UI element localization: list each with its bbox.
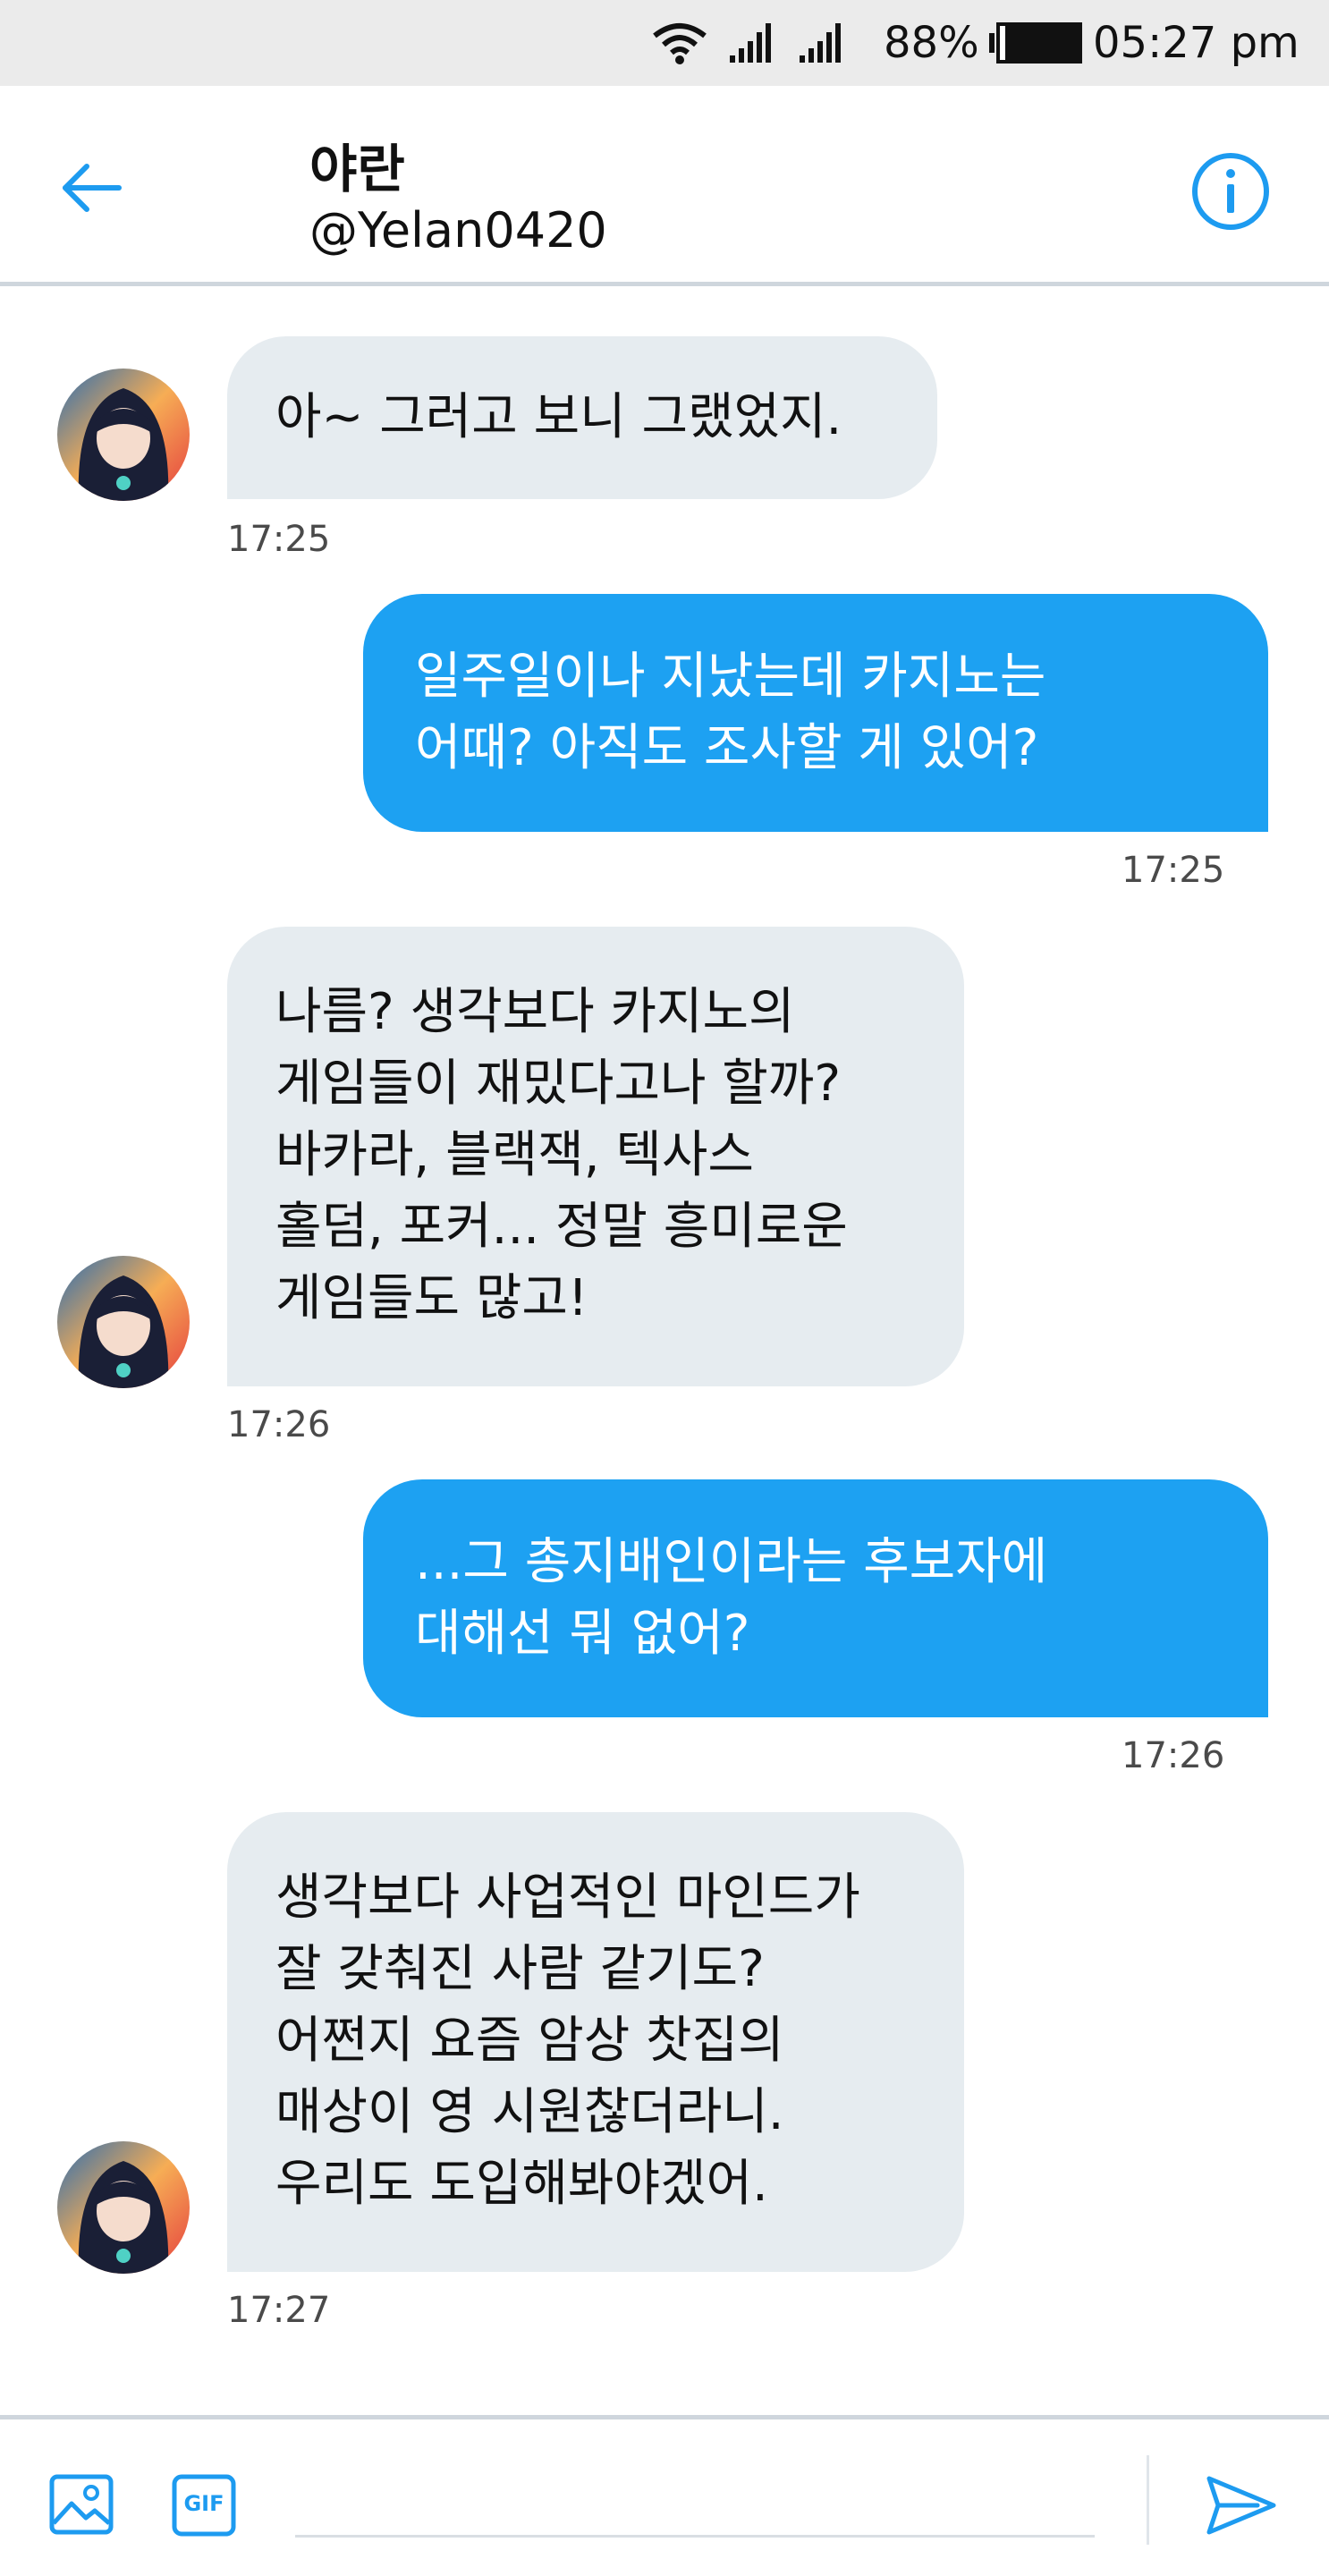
gif-button[interactable]: GIF [172, 2471, 236, 2539]
avatar[interactable] [57, 1256, 190, 1388]
message-timestamp: 17:27 [227, 2290, 331, 2331]
message-bubble-incoming: 아~ 그러고 보니 그랬었지. [227, 336, 937, 499]
status-bar: 88% 05:27 pm [0, 0, 1329, 86]
message-timestamp: 17:25 [227, 519, 331, 560]
wifi-icon [651, 0, 708, 86]
message-input[interactable] [295, 2484, 1095, 2538]
message-bubble-outgoing: 일주일이나 지났는데 카지노는 어때? 아직도 조사할 게 있어? [363, 594, 1268, 832]
info-icon [1192, 153, 1269, 230]
avatar[interactable] [57, 2141, 190, 2274]
send-button[interactable] [1204, 2471, 1279, 2539]
message-bubble-outgoing: ...그 총지배인이라는 후보자에 대해선 뭐 없어? [363, 1479, 1268, 1717]
divider [1147, 2455, 1149, 2545]
signal-icon [728, 0, 776, 86]
message-bubble-incoming: 나름? 생각보다 카지노의 게임들이 재밌다고나 할까? 바카라, 블랙잭, 텍… [227, 927, 964, 1386]
send-icon [1206, 2476, 1276, 2535]
message-timestamp: 17:26 [1122, 1735, 1225, 1776]
signal-icon [798, 0, 846, 86]
contact-handle: @Yelan0420 [309, 202, 607, 258]
clock: 05:27 pm [1093, 18, 1299, 68]
contact-name: 야란 [309, 139, 405, 199]
gif-label: GIF [183, 2491, 224, 2516]
battery-percent: 88% [884, 18, 979, 68]
back-button[interactable] [52, 159, 129, 216]
battery-icon [987, 0, 1084, 86]
avatar[interactable] [57, 369, 190, 501]
info-button[interactable] [1189, 150, 1272, 233]
message-bubble-incoming: 생각보다 사업적인 마인드가 잘 갖춰진 사람 같기도? 어쩐지 요즘 암상 찻… [227, 1812, 964, 2272]
conversation-header: 야란 @Yelan0420 [0, 86, 1329, 286]
image-icon[interactable] [48, 2471, 116, 2539]
message-composer: GIF [0, 2415, 1329, 2576]
message-timestamp: 17:26 [227, 1404, 331, 1445]
message-timestamp: 17:25 [1122, 850, 1225, 891]
arrow-left-icon [63, 164, 122, 212]
